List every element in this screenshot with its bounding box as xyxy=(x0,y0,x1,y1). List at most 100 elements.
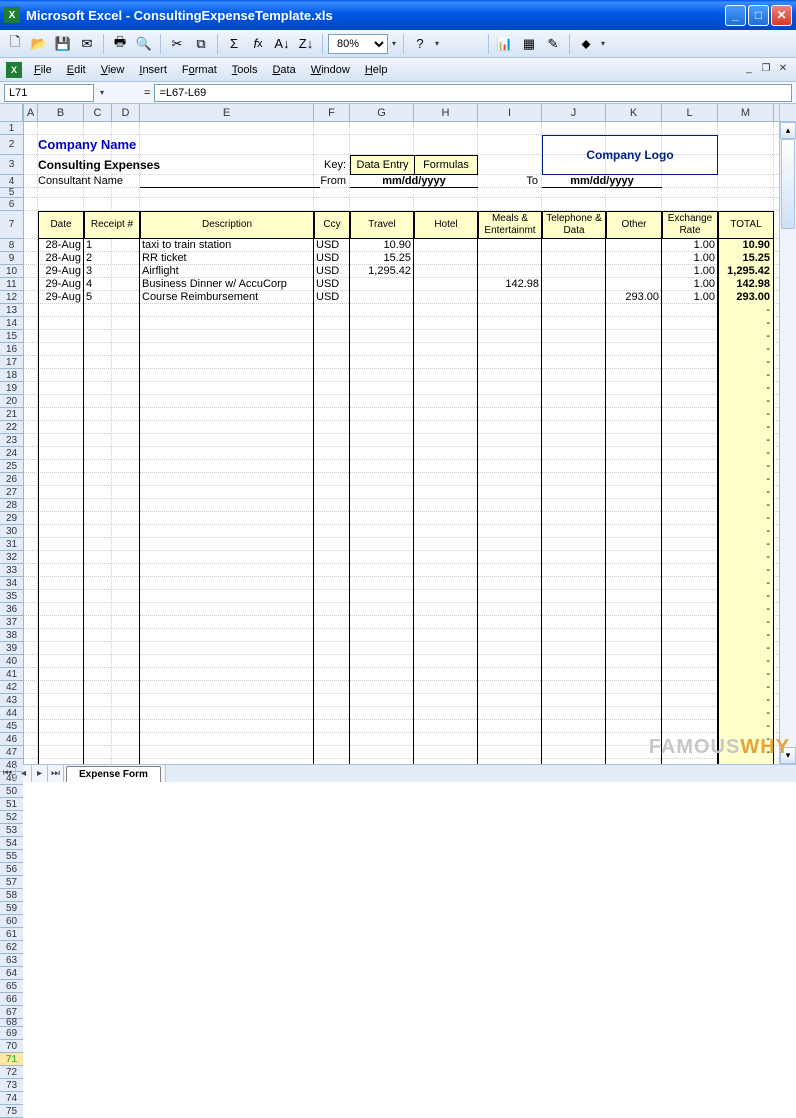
row-header-68[interactable]: 68 xyxy=(0,1019,23,1027)
row-header-17[interactable]: 17 xyxy=(0,356,23,369)
column-header-I[interactable]: I xyxy=(478,104,542,121)
row-header-62[interactable]: 62 xyxy=(0,941,23,954)
column-header-E[interactable]: E xyxy=(140,104,314,121)
row-header-35[interactable]: 35 xyxy=(0,590,23,603)
zoom-dropdown-icon[interactable]: ▾ xyxy=(390,39,398,48)
cell-rate[interactable]: 1.00 xyxy=(662,265,718,278)
maximize-button[interactable]: □ xyxy=(748,5,769,26)
row-header-2[interactable]: 2 xyxy=(0,135,23,155)
row-header-11[interactable]: 11 xyxy=(0,278,23,291)
cell-date[interactable]: 29-Aug xyxy=(38,291,84,304)
menu-edit[interactable]: Edit xyxy=(60,62,93,78)
column-header-J[interactable]: J xyxy=(542,104,606,121)
row-header-71[interactable]: 71 xyxy=(0,1053,23,1066)
row-header-67[interactable]: 67 xyxy=(0,1006,23,1019)
row-header-16[interactable]: 16 xyxy=(0,343,23,356)
cell-description[interactable]: Airflight xyxy=(140,265,314,278)
scroll-up-button[interactable]: ▴ xyxy=(780,122,796,139)
row-header-20[interactable]: 20 xyxy=(0,395,23,408)
cell-travel[interactable]: 15.25 xyxy=(350,252,414,265)
menu-data[interactable]: Data xyxy=(265,62,302,78)
cell-rate[interactable]: 1.00 xyxy=(662,291,718,304)
row-header-21[interactable]: 21 xyxy=(0,408,23,421)
cell-ccy[interactable]: USD xyxy=(314,291,350,304)
row-header-30[interactable]: 30 xyxy=(0,525,23,538)
worksheet-grid[interactable]: ABCDEFGHIJKLM Company NameConsulting Exp… xyxy=(24,104,779,764)
cell-description[interactable]: Business Dinner w/ AccuCorp xyxy=(140,278,314,291)
autosum-icon[interactable]: Σ xyxy=(223,33,245,55)
row-header-33[interactable]: 33 xyxy=(0,564,23,577)
row-header-31[interactable]: 31 xyxy=(0,538,23,551)
row-header-27[interactable]: 27 xyxy=(0,486,23,499)
formula-input[interactable] xyxy=(154,84,792,102)
scroll-track[interactable] xyxy=(780,139,796,747)
horizontal-scroll-stub[interactable] xyxy=(165,765,796,782)
mdi-close-icon[interactable]: ✕ xyxy=(776,63,790,77)
column-header-H[interactable]: H xyxy=(414,104,478,121)
row-header-54[interactable]: 54 xyxy=(0,837,23,850)
row-header-7[interactable]: 7 xyxy=(0,211,23,239)
row-header-26[interactable]: 26 xyxy=(0,473,23,486)
row-header-56[interactable]: 56 xyxy=(0,863,23,876)
cell-date[interactable]: 28-Aug xyxy=(38,239,84,252)
sheet-nav-last-icon[interactable]: ⏭ xyxy=(48,765,64,782)
print-preview-icon[interactable]: 🔍 xyxy=(133,33,155,55)
row-header-1[interactable]: 1 xyxy=(0,122,23,135)
cut-icon[interactable]: ✂ xyxy=(166,33,188,55)
hyperlink-icon[interactable]: ⬥ xyxy=(575,33,597,55)
function-icon[interactable]: fx xyxy=(247,33,269,55)
new-icon[interactable]: 🗋 xyxy=(4,33,26,55)
column-header-G[interactable]: G xyxy=(350,104,414,121)
row-header-29[interactable]: 29 xyxy=(0,512,23,525)
cell-receipt[interactable]: 4 xyxy=(84,278,140,291)
cell-date[interactable]: 28-Aug xyxy=(38,252,84,265)
chart-wizard-icon[interactable]: 📊 xyxy=(494,33,516,55)
menu-window[interactable]: Window xyxy=(304,62,357,78)
row-header-64[interactable]: 64 xyxy=(0,967,23,980)
column-header-A[interactable]: A xyxy=(24,104,38,121)
cell-other[interactable]: 293.00 xyxy=(606,291,662,304)
row-header-72[interactable]: 72 xyxy=(0,1066,23,1079)
cell-rate[interactable]: 1.00 xyxy=(662,278,718,291)
sheet-nav-first-icon[interactable]: ⏮ xyxy=(0,765,16,782)
row-header-57[interactable]: 57 xyxy=(0,876,23,889)
row-header-70[interactable]: 70 xyxy=(0,1040,23,1053)
print-icon[interactable]: 🖶 xyxy=(109,33,131,55)
row-header-18[interactable]: 18 xyxy=(0,369,23,382)
row-header-22[interactable]: 22 xyxy=(0,421,23,434)
cell-travel[interactable]: 1,295.42 xyxy=(350,265,414,278)
open-icon[interactable]: 📂 xyxy=(28,33,50,55)
row-header-52[interactable]: 52 xyxy=(0,811,23,824)
row-header-66[interactable]: 66 xyxy=(0,993,23,1006)
row-header-25[interactable]: 25 xyxy=(0,460,23,473)
close-button[interactable]: ✕ xyxy=(771,5,792,26)
row-header-63[interactable]: 63 xyxy=(0,954,23,967)
cell-ccy[interactable]: USD xyxy=(314,252,350,265)
row-header-60[interactable]: 60 xyxy=(0,915,23,928)
row-header-73[interactable]: 73 xyxy=(0,1079,23,1092)
row-header-37[interactable]: 37 xyxy=(0,616,23,629)
sheet-tab-expense-form[interactable]: Expense Form xyxy=(66,766,161,782)
name-box[interactable] xyxy=(4,84,94,102)
row-header-42[interactable]: 42 xyxy=(0,681,23,694)
cell-ccy[interactable]: USD xyxy=(314,278,350,291)
sheet-nav-next-icon[interactable]: ▸ xyxy=(32,765,48,782)
row-header-14[interactable]: 14 xyxy=(0,317,23,330)
cell-ccy[interactable]: USD xyxy=(314,239,350,252)
to-date-field[interactable]: mm/dd/yyyy xyxy=(542,175,662,188)
cell-receipt[interactable]: 5 xyxy=(84,291,140,304)
select-all-corner[interactable] xyxy=(0,104,23,122)
row-header-59[interactable]: 59 xyxy=(0,902,23,915)
menu-tools[interactable]: Tools xyxy=(225,62,265,78)
consultant-name-field[interactable] xyxy=(140,175,320,188)
minimize-button[interactable]: _ xyxy=(725,5,746,26)
scroll-thumb[interactable] xyxy=(781,139,795,229)
row-header-58[interactable]: 58 xyxy=(0,889,23,902)
sort-asc-icon[interactable]: A↓ xyxy=(271,33,293,55)
row-header-44[interactable]: 44 xyxy=(0,707,23,720)
menu-view[interactable]: View xyxy=(94,62,132,78)
cell-rate[interactable]: 1.00 xyxy=(662,239,718,252)
column-header-C[interactable]: C xyxy=(84,104,112,121)
row-header-8[interactable]: 8 xyxy=(0,239,23,252)
sort-desc-icon[interactable]: Z↓ xyxy=(295,33,317,55)
